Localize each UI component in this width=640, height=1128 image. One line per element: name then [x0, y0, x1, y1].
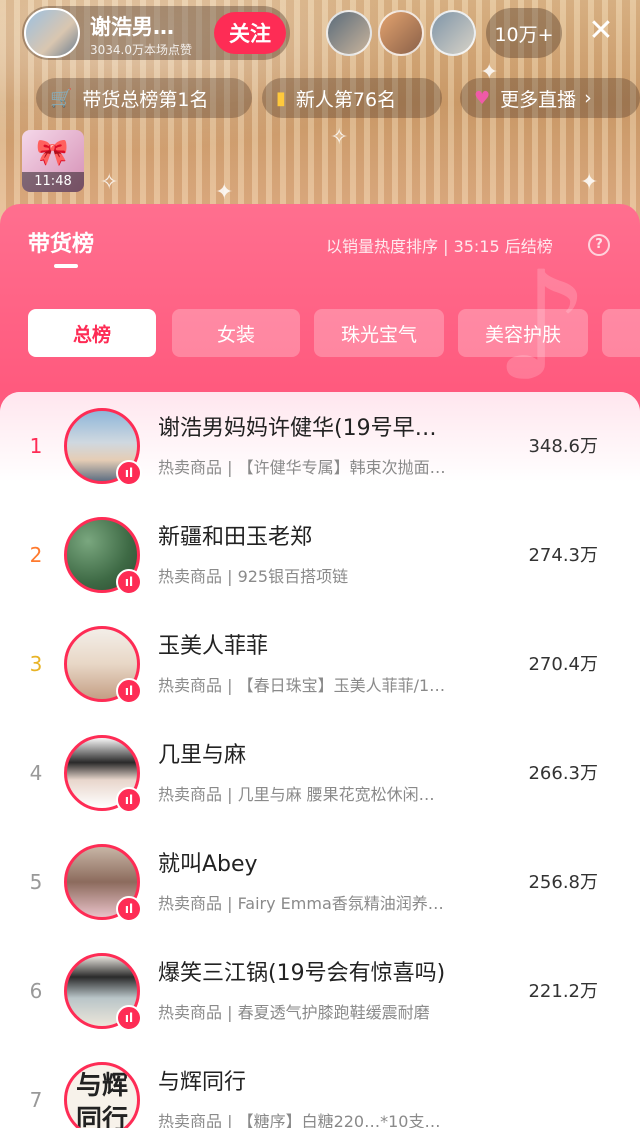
more-live-label: 更多直播	[500, 88, 577, 111]
newcomer-rank-label: 新人第76名	[295, 88, 397, 111]
tab-overall[interactable]: 总榜	[28, 309, 156, 357]
host-avatar[interactable]	[24, 8, 80, 58]
heart-box-icon: ♥	[474, 87, 491, 109]
tab-jewelry[interactable]: 珠光宝气	[314, 309, 444, 357]
newcomer-rank-pill[interactable]: ▮ 新人第76名	[262, 78, 442, 118]
sales-score: 348.6万	[528, 436, 598, 457]
streamer-name: 新疆和田玉老郑	[158, 525, 313, 550]
streamer-name: 玉美人菲菲	[158, 634, 269, 659]
hot-product: 热卖商品 | 【春日珠宝】玉美人菲菲/1…	[158, 676, 446, 695]
bow-icon: 🎀	[36, 138, 69, 168]
tab-more[interactable]	[602, 309, 640, 357]
viewer-count[interactable]: 10万+	[486, 8, 562, 58]
rank-number: 7	[29, 1088, 43, 1112]
sparkle-icon: ✧	[100, 170, 119, 195]
rank-number: 4	[29, 761, 43, 785]
live-icon: ıl	[116, 787, 142, 813]
sales-rank-label: 带货总榜第1名	[82, 88, 209, 111]
chevron-right-icon: ›	[584, 87, 592, 109]
tab-skincare[interactable]: 美容护肤	[458, 309, 588, 357]
ranking-row[interactable]: 3 ıl 玉美人菲菲 热卖商品 | 【春日珠宝】玉美人菲菲/1… 270.4万	[0, 610, 640, 719]
rank-number: 5	[29, 870, 43, 894]
live-icon: ıl	[116, 678, 142, 704]
hot-product: 热卖商品 | 【糖序】白糖220…*10支…	[158, 1112, 441, 1128]
ranking-list: 1 ıl 谢浩男妈妈许健华(19号早… 热卖商品 | 【许健华专属】韩束次抛面……	[0, 392, 640, 1128]
sales-score: 274.3万	[528, 545, 598, 566]
sales-score: 266.3万	[528, 763, 598, 784]
rank-number: 6	[29, 979, 43, 1003]
viewer-avatar[interactable]	[430, 10, 476, 56]
live-icon: ıl	[116, 896, 142, 922]
live-icon: ıl	[116, 460, 142, 486]
hot-product: 热卖商品 | 几里与麻 腰果花宽松休闲…	[158, 785, 435, 804]
panel-title: 带货榜	[28, 232, 95, 257]
streamer-name: 几里与麻	[158, 743, 247, 768]
sparkle-icon: ✦	[215, 180, 234, 205]
more-live-pill[interactable]: ♥ 更多直播 ›	[460, 78, 640, 118]
tab-womens-clothing[interactable]: 女装	[172, 309, 300, 357]
sparkle-icon: ✦	[580, 170, 599, 195]
sales-rank-pill[interactable]: 🛒 带货总榜第1名	[36, 78, 252, 118]
sales-score: 221.2万	[528, 981, 598, 1002]
bar-chart-icon: ▮	[276, 87, 286, 109]
follow-button[interactable]: 关注	[214, 12, 286, 54]
viewer-avatar[interactable]	[378, 10, 424, 56]
rank-number: 2	[29, 543, 43, 567]
hot-product: 热卖商品 | Fairy Emma香氛精油润养…	[158, 894, 444, 913]
sales-score: 256.8万	[528, 872, 598, 893]
hot-product: 热卖商品 | 【许健华专属】韩束次抛面…	[158, 458, 446, 477]
mini-video-time: 11:48	[22, 172, 84, 192]
ranking-row[interactable]: 1 ıl 谢浩男妈妈许健华(19号早… 热卖商品 | 【许健华专属】韩束次抛面……	[0, 392, 640, 501]
avatar[interactable]: 与辉同行	[64, 1062, 140, 1128]
sparkle-icon: ✧	[330, 125, 349, 150]
ranking-row[interactable]: 4 ıl 几里与麻 热卖商品 | 几里与麻 腰果花宽松休闲… 266.3万	[0, 719, 640, 828]
rank-number: 3	[29, 652, 43, 676]
sales-ranking-panel: ♪ 带货榜 以销量热度排序 | 35:15 后结榜 ? 总榜 女装 珠光宝气 美…	[0, 204, 640, 1128]
sales-score: 270.4万	[528, 654, 598, 675]
live-icon: ıl	[116, 1005, 142, 1031]
streamer-name: 谢浩男妈妈许健华(19号早…	[158, 416, 437, 441]
ranking-note: 以销量热度排序 | 35:15 后结榜	[326, 237, 553, 256]
ranking-row[interactable]: 6 ıl 爆笑三江锅(19号会有惊喜吗) 热卖商品 | 春夏透气护膝跑鞋缓震耐磨…	[0, 937, 640, 1046]
viewer-avatar[interactable]	[326, 10, 372, 56]
streamer-name: 爆笑三江锅(19号会有惊喜吗)	[158, 961, 446, 986]
streamer-name: 与辉同行	[158, 1070, 247, 1095]
close-icon[interactable]: ✕	[584, 14, 618, 48]
host-likes: 3034.0万本场点赞	[90, 43, 192, 57]
mini-video-thumbnail[interactable]: 🎀 11:48	[22, 130, 84, 192]
hot-product: 热卖商品 | 925银百搭项链	[158, 567, 349, 586]
hot-product: 热卖商品 | 春夏透气护膝跑鞋缓震耐磨	[158, 1003, 430, 1022]
streamer-name: 就叫Abey	[158, 852, 258, 877]
cart-icon: 🛒	[50, 87, 73, 109]
host-name: 谢浩男…	[90, 15, 174, 39]
title-underline	[54, 264, 78, 268]
live-icon: ıl	[116, 569, 142, 595]
rank-number: 1	[29, 434, 43, 458]
ranking-row[interactable]: 7 与辉同行 与辉同行 热卖商品 | 【糖序】白糖220…*10支…	[0, 1046, 640, 1128]
help-icon[interactable]: ?	[588, 234, 610, 256]
ranking-row[interactable]: 2 ıl 新疆和田玉老郑 热卖商品 | 925银百搭项链 274.3万	[0, 501, 640, 610]
ranking-row[interactable]: 5 ıl 就叫Abey 热卖商品 | Fairy Emma香氛精油润养… 256…	[0, 828, 640, 937]
